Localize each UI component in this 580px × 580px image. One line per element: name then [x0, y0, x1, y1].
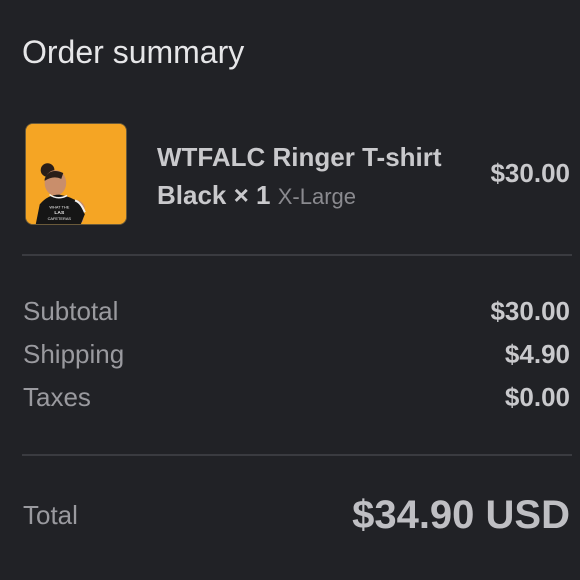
- product-variant: X-Large: [277, 184, 357, 209]
- subtotal-label: Subtotal: [23, 296, 119, 326]
- product-thumbnail: WHAT THE LAS CAFETERAS: [25, 123, 127, 225]
- total-value: $34.90 USD: [352, 493, 570, 537]
- product-price: $30.00: [490, 158, 570, 188]
- product-name[interactable]: WTFALC Ringer T-shirt Black × 1 X-Large: [157, 138, 457, 216]
- subtotal-value: $30.00: [490, 296, 570, 326]
- taxes-label: Taxes: [23, 382, 91, 412]
- taxes-value: $0.00: [504, 382, 570, 412]
- divider: [22, 454, 572, 456]
- product-photo: WHAT THE LAS CAFETERAS: [26, 124, 126, 224]
- divider: [22, 254, 572, 256]
- page-title: Order summary: [22, 34, 245, 70]
- shipping-value: $4.90: [504, 339, 570, 369]
- order-summary-panel: Order summary WHAT THE LAS CAFETERAS WTF…: [0, 0, 580, 580]
- shipping-label: Shipping: [23, 339, 125, 369]
- shirt-print-line-3: CAFETERAS: [48, 216, 72, 221]
- total-label: Total: [23, 500, 78, 530]
- product-quantity: × 1: [233, 180, 271, 210]
- shirt-print-line-1: WHAT THE: [49, 204, 69, 209]
